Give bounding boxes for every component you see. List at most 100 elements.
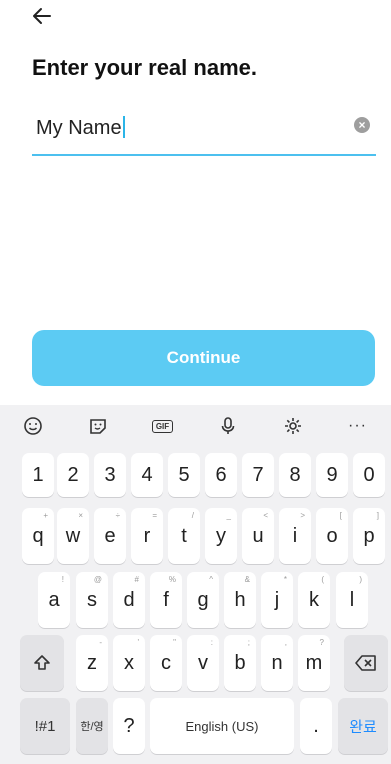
key-i[interactable]: > i (279, 508, 311, 564)
emoji-icon[interactable] (0, 405, 65, 447)
key-hint: " (173, 638, 176, 647)
key-hint: ? (319, 638, 324, 647)
key-label: k (309, 588, 319, 611)
key-n[interactable]: ,n (261, 635, 293, 691)
key-6[interactable]: 6 (205, 453, 237, 497)
letter-row-1: + q × w ÷ e = r / t _ y < u > i [o ] p (0, 508, 391, 564)
key-hint: ^ (209, 575, 213, 584)
key-hint: > (300, 511, 305, 520)
key-0[interactable]: 0 (353, 453, 385, 497)
key-v[interactable]: :v (187, 635, 219, 691)
key-label: v (198, 651, 208, 674)
key-q[interactable]: + q (22, 508, 54, 564)
shift-icon (34, 655, 50, 670)
clear-icon[interactable]: × (354, 117, 370, 133)
key-label: t (181, 524, 187, 547)
question-key[interactable]: ? (113, 698, 145, 754)
language-switch-key[interactable]: 한/영 (76, 698, 108, 754)
period-key[interactable]: . (300, 698, 332, 754)
backspace-key[interactable] (344, 635, 388, 691)
key-1[interactable]: 1 (22, 453, 54, 497)
symbols-key[interactable]: !#1 (20, 698, 70, 754)
continue-button[interactable]: Continue (32, 330, 375, 386)
key-hint: ' (137, 638, 139, 647)
key-hint: = (152, 511, 157, 520)
key-7[interactable]: 7 (242, 453, 274, 497)
key-9[interactable]: 9 (316, 453, 348, 497)
name-input[interactable]: My Name × (32, 110, 376, 156)
key-l[interactable]: ) l (336, 572, 368, 628)
keyboard-toolbar: GIF ··· (0, 405, 391, 447)
mic-icon[interactable] (195, 405, 260, 447)
key-z[interactable]: -z (76, 635, 108, 691)
key-hint: % (168, 575, 176, 584)
letter-row-2: ! a @ s # d % f ^ g & h * j (k ) l (0, 572, 391, 628)
key-label: f (163, 588, 169, 611)
text-cursor (122, 116, 125, 138)
settings-icon[interactable] (260, 405, 325, 447)
key-2[interactable]: 2 (57, 453, 89, 497)
key-label: s (87, 588, 97, 611)
key-label: g (197, 588, 209, 611)
name-input-value: My Name (36, 117, 122, 139)
key-hint: : (210, 638, 213, 647)
key-k[interactable]: (k (298, 572, 330, 628)
back-arrow-icon[interactable] (30, 4, 54, 28)
key-label: n (271, 651, 283, 674)
key-8[interactable]: 8 (279, 453, 311, 497)
key-hint: ) (359, 575, 362, 584)
key-label: l (349, 588, 355, 611)
space-key[interactable]: English (US) (150, 698, 294, 754)
key-hint: @ (93, 575, 102, 584)
key-c[interactable]: " c (150, 635, 182, 691)
key-hint: + (43, 511, 48, 520)
key-label: e (104, 524, 116, 547)
key-hint: × (78, 511, 83, 520)
key-hint: / (191, 511, 194, 520)
key-4[interactable]: 4 (131, 453, 163, 497)
key-label: q (32, 524, 44, 547)
key-label: w (65, 524, 81, 547)
key-label: x (124, 651, 134, 674)
key-t[interactable]: / t (168, 508, 200, 564)
key-h[interactable]: & h (224, 572, 256, 628)
key-g[interactable]: ^ g (187, 572, 219, 628)
key-d[interactable]: # d (113, 572, 145, 628)
key-x[interactable]: ' x (113, 635, 145, 691)
key-b[interactable]: ; b (224, 635, 256, 691)
page-title: Enter your real name. (32, 55, 257, 80)
key-e[interactable]: ÷ e (94, 508, 126, 564)
keyboard: GIF ··· 1 2 3 4 5 6 7 8 9 0 + q × w ÷ e = r … (0, 405, 391, 764)
key-hint: < (263, 511, 268, 520)
key-j[interactable]: * j (261, 572, 293, 628)
key-hint: # (134, 575, 139, 584)
sticker-icon[interactable] (65, 405, 130, 447)
key-s[interactable]: @ s (76, 572, 108, 628)
shift-key[interactable] (20, 635, 64, 691)
key-u[interactable]: < u (242, 508, 274, 564)
key-p[interactable]: ] p (353, 508, 385, 564)
key-3[interactable]: 3 (94, 453, 126, 497)
key-hint: ( (321, 575, 324, 584)
key-label: u (252, 524, 264, 547)
key-hint: ! (61, 575, 64, 584)
key-w[interactable]: × w (57, 508, 89, 564)
key-label: p (363, 524, 375, 547)
gif-label: GIF (151, 419, 174, 433)
key-label: i (292, 524, 298, 547)
key-hint: * (283, 575, 287, 584)
done-key[interactable]: 완료 (338, 698, 388, 754)
backspace-icon (355, 655, 376, 671)
key-r[interactable]: = r (131, 508, 163, 564)
key-a[interactable]: ! a (38, 572, 70, 628)
more-icon[interactable]: ··· (325, 405, 390, 447)
key-f[interactable]: % f (150, 572, 182, 628)
key-label: h (234, 588, 246, 611)
key-label: o (326, 524, 338, 547)
key-hint: ÷ (115, 511, 120, 520)
key-y[interactable]: _ y (205, 508, 237, 564)
gif-icon[interactable]: GIF (130, 405, 195, 447)
key-o[interactable]: [o (316, 508, 348, 564)
key-5[interactable]: 5 (168, 453, 200, 497)
key-m[interactable]: ? m (298, 635, 330, 691)
